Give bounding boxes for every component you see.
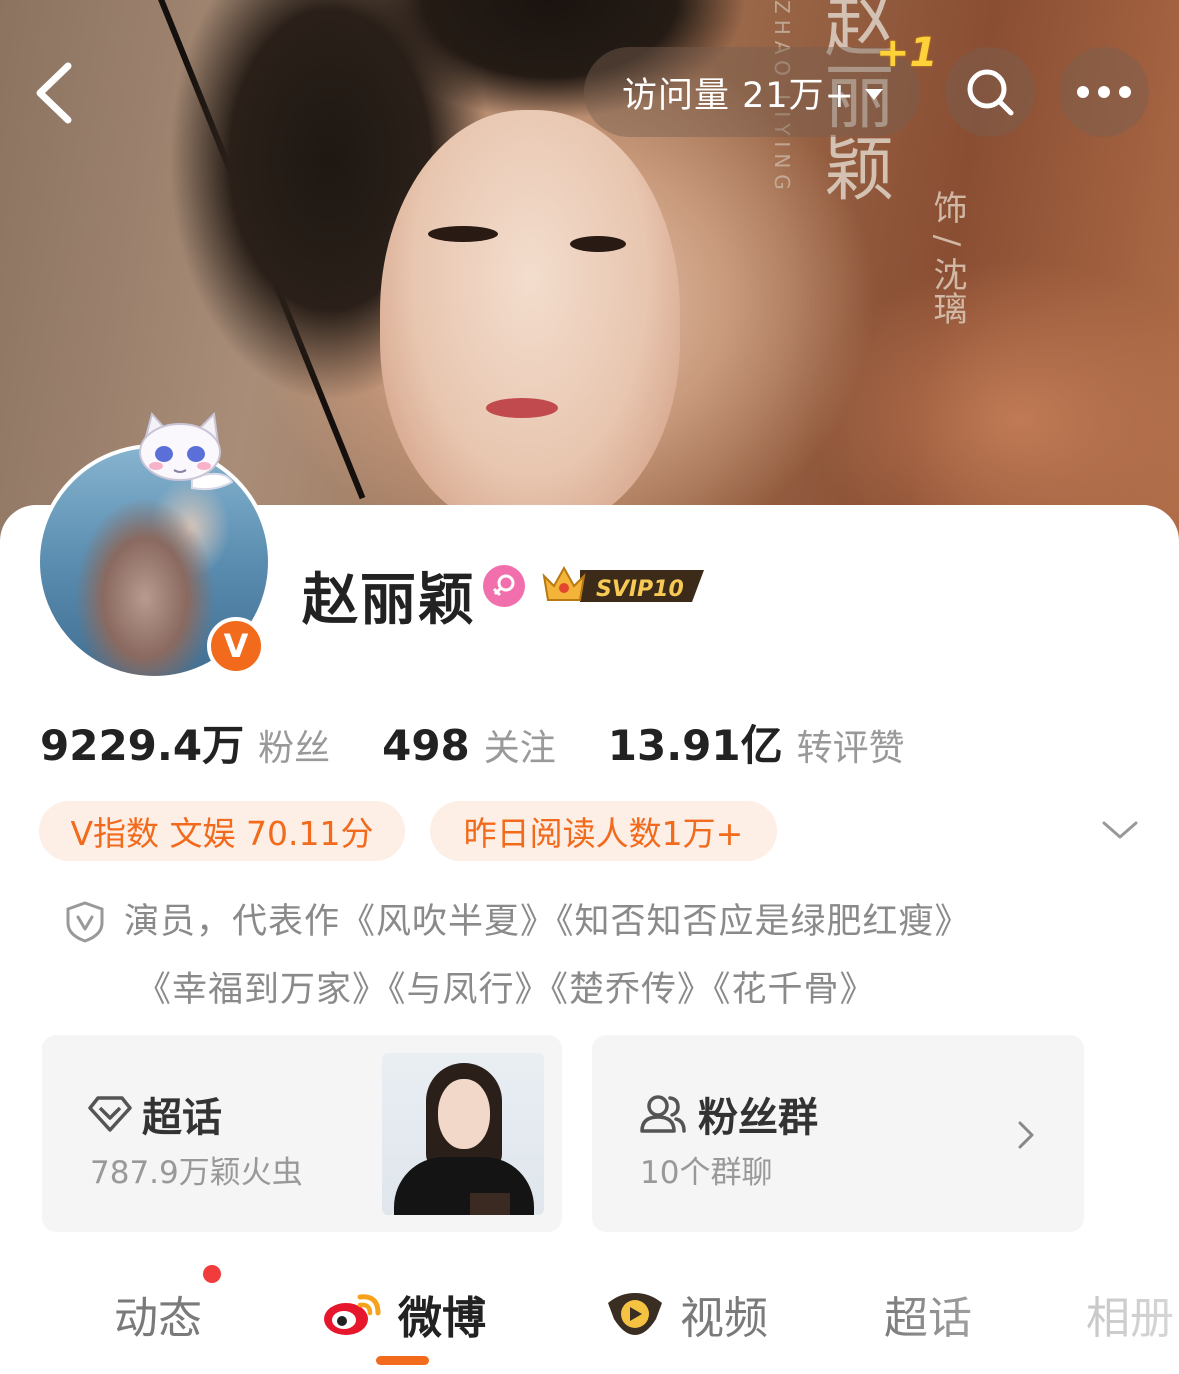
svip-badge[interactable]: SVIP10 xyxy=(540,562,710,608)
interactions-count: 13.91亿 xyxy=(607,721,783,770)
notification-dot xyxy=(203,1265,221,1283)
following-label[interactable]: 关注 xyxy=(484,719,556,771)
supertopic-title: 超话 xyxy=(142,1095,222,1141)
fans-count[interactable]: 9229.4万 xyxy=(40,712,244,773)
banner-photo-eye xyxy=(428,226,498,242)
bio-line-2: 《幸福到万家》《与凤行》《楚乔传》《花千骨》 xyxy=(136,970,876,1010)
shield-verified-icon xyxy=(66,901,104,943)
diamond-icon xyxy=(88,1096,132,1132)
tab-dynamics[interactable]: 动态 xyxy=(114,1282,202,1346)
visit-count-pill[interactable]: 访问量 21万+ xyxy=(584,47,920,137)
supertopic-card[interactable]: 超话 787.9万颖火虫 xyxy=(42,1035,562,1232)
tab-album[interactable]: 相册 xyxy=(1086,1282,1174,1346)
v-index-tag[interactable]: V指数 文娱 70.11分 xyxy=(39,801,405,861)
banner-subtitle: 饰 / 沈璃 xyxy=(927,190,967,326)
tab-label: 视频 xyxy=(680,1293,768,1344)
caret-down-icon xyxy=(865,88,883,100)
cat-pendant-icon xyxy=(139,411,234,491)
back-button[interactable] xyxy=(22,52,92,132)
tab-video[interactable]: 视频 xyxy=(604,1282,768,1346)
banner-photo-eye xyxy=(570,236,626,252)
supertopic-thumbnail xyxy=(382,1053,544,1215)
profile-stats: 9229.4万 粉丝 498 关注 13.91亿 转评赞 xyxy=(40,712,957,773)
video-play-icon xyxy=(608,1293,662,1335)
group-icon xyxy=(640,1095,686,1133)
chevron-down-icon[interactable] xyxy=(1100,815,1140,845)
profile-bio: 演员，代表作《风吹半夏》《知否知否应是绿肥红瘦》 《幸福到万家》《与凤行》《楚乔… xyxy=(62,888,1122,1024)
weibo-logo-icon xyxy=(324,1294,381,1335)
fans-label[interactable]: 粉丝 xyxy=(258,719,330,771)
search-icon xyxy=(967,69,1014,116)
female-icon xyxy=(483,565,525,607)
verified-badge: V xyxy=(207,617,265,675)
fan-group-subtitle: 10个群聊 xyxy=(640,1155,773,1191)
tab-supertopic[interactable]: 超话 xyxy=(884,1282,972,1346)
tab-label: 微博 xyxy=(398,1293,486,1344)
crown-icon: SVIP10 xyxy=(542,565,704,602)
fan-group-title: 粉丝群 xyxy=(698,1095,818,1141)
chevron-right-icon xyxy=(1018,1121,1034,1149)
tab-label: 相册 xyxy=(1086,1293,1174,1344)
following-count[interactable]: 498 xyxy=(382,721,470,770)
chevron-left-icon xyxy=(36,62,72,124)
read-count-tag[interactable]: 昨日阅读人数1万+ xyxy=(430,801,777,861)
tab-label: 动态 xyxy=(114,1293,202,1344)
supertopic-subtitle: 787.9万颖火虫 xyxy=(90,1155,303,1191)
tab-weibo[interactable]: 微博 xyxy=(322,1282,486,1346)
banner-photo-lips xyxy=(486,398,558,418)
interactions-label: 转评赞 xyxy=(796,728,905,769)
profile-name: 赵丽颖 xyxy=(302,568,476,633)
bio-line-1: 演员，代表作《风吹半夏》《知否知否应是绿肥红瘦》 xyxy=(124,902,971,942)
fan-group-card[interactable]: 粉丝群 10个群聊 xyxy=(592,1035,1084,1232)
active-tab-indicator xyxy=(376,1356,429,1365)
search-button[interactable] xyxy=(945,47,1035,137)
tab-label: 超话 xyxy=(884,1293,972,1344)
more-dots-icon xyxy=(1077,86,1131,98)
profile-tabs: 动态 微博 视频 超话 相册 xyxy=(0,1268,1179,1374)
more-button[interactable] xyxy=(1059,47,1149,137)
svip-badge-text: SVIP10 xyxy=(596,577,684,602)
banner-photo-face xyxy=(380,110,680,530)
visit-count-text: 访问量 21万+ xyxy=(622,75,855,116)
visit-increment-badge: +1 xyxy=(876,30,938,76)
